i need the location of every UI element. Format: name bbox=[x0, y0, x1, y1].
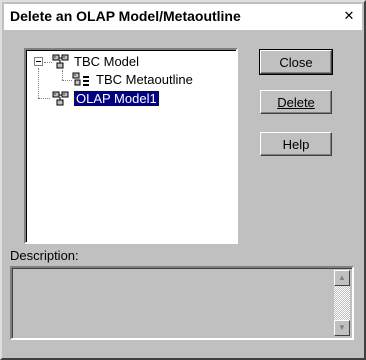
scroll-down-icon: ▼ bbox=[338, 323, 346, 332]
close-icon: ✕ bbox=[343, 8, 355, 23]
close-window-button[interactable]: ✕ bbox=[340, 8, 358, 24]
description-label: Description: bbox=[10, 248, 79, 263]
scroll-up-button[interactable]: ▲ bbox=[334, 270, 350, 286]
help-button[interactable]: Help bbox=[260, 132, 332, 156]
tree-connector bbox=[44, 62, 52, 63]
delete-button-label: Delete bbox=[277, 95, 315, 110]
close-button[interactable]: Close bbox=[259, 49, 333, 75]
delete-button[interactable]: Delete bbox=[260, 90, 332, 114]
tree-node-label: TBC Metaoutline bbox=[96, 72, 193, 87]
olap-model-icon bbox=[52, 54, 69, 69]
tree-connector bbox=[62, 70, 63, 80]
title-bar: Delete an OLAP Model/Metaoutline ✕ bbox=[4, 4, 362, 30]
tree-node-label: TBC Model bbox=[74, 54, 140, 69]
tree-node-olap-model1[interactable]: OLAP Model1 bbox=[52, 90, 160, 108]
tree-node-tbc-metaoutline[interactable]: TBC Metaoutline bbox=[72, 71, 193, 89]
tree-connector bbox=[38, 68, 39, 98]
tree-connector bbox=[62, 80, 72, 81]
metaoutline-icon bbox=[72, 72, 89, 86]
description-scrollbar[interactable]: ▲ ▼ bbox=[334, 270, 350, 336]
tree-node-tbc-model[interactable]: TBC Model bbox=[52, 53, 139, 71]
model-tree[interactable]: TBC Model TBC Metaoutline OLAP Model1 bbox=[24, 48, 238, 244]
tree-node-label: OLAP Model1 bbox=[73, 90, 160, 107]
description-field[interactable]: ▲ ▼ bbox=[10, 266, 354, 340]
tree-connector bbox=[38, 98, 50, 99]
olap-model-icon bbox=[52, 91, 69, 106]
scroll-up-icon: ▲ bbox=[338, 273, 346, 282]
delete-olap-dialog: Delete an OLAP Model/Metaoutline ✕ TBC M… bbox=[0, 0, 366, 360]
help-button-label: Help bbox=[282, 137, 310, 152]
collapse-toggle[interactable] bbox=[34, 57, 43, 66]
window-title: Delete an OLAP Model/Metaoutline bbox=[10, 8, 241, 24]
scroll-down-button[interactable]: ▼ bbox=[334, 320, 350, 336]
close-button-label: Close bbox=[279, 55, 313, 70]
